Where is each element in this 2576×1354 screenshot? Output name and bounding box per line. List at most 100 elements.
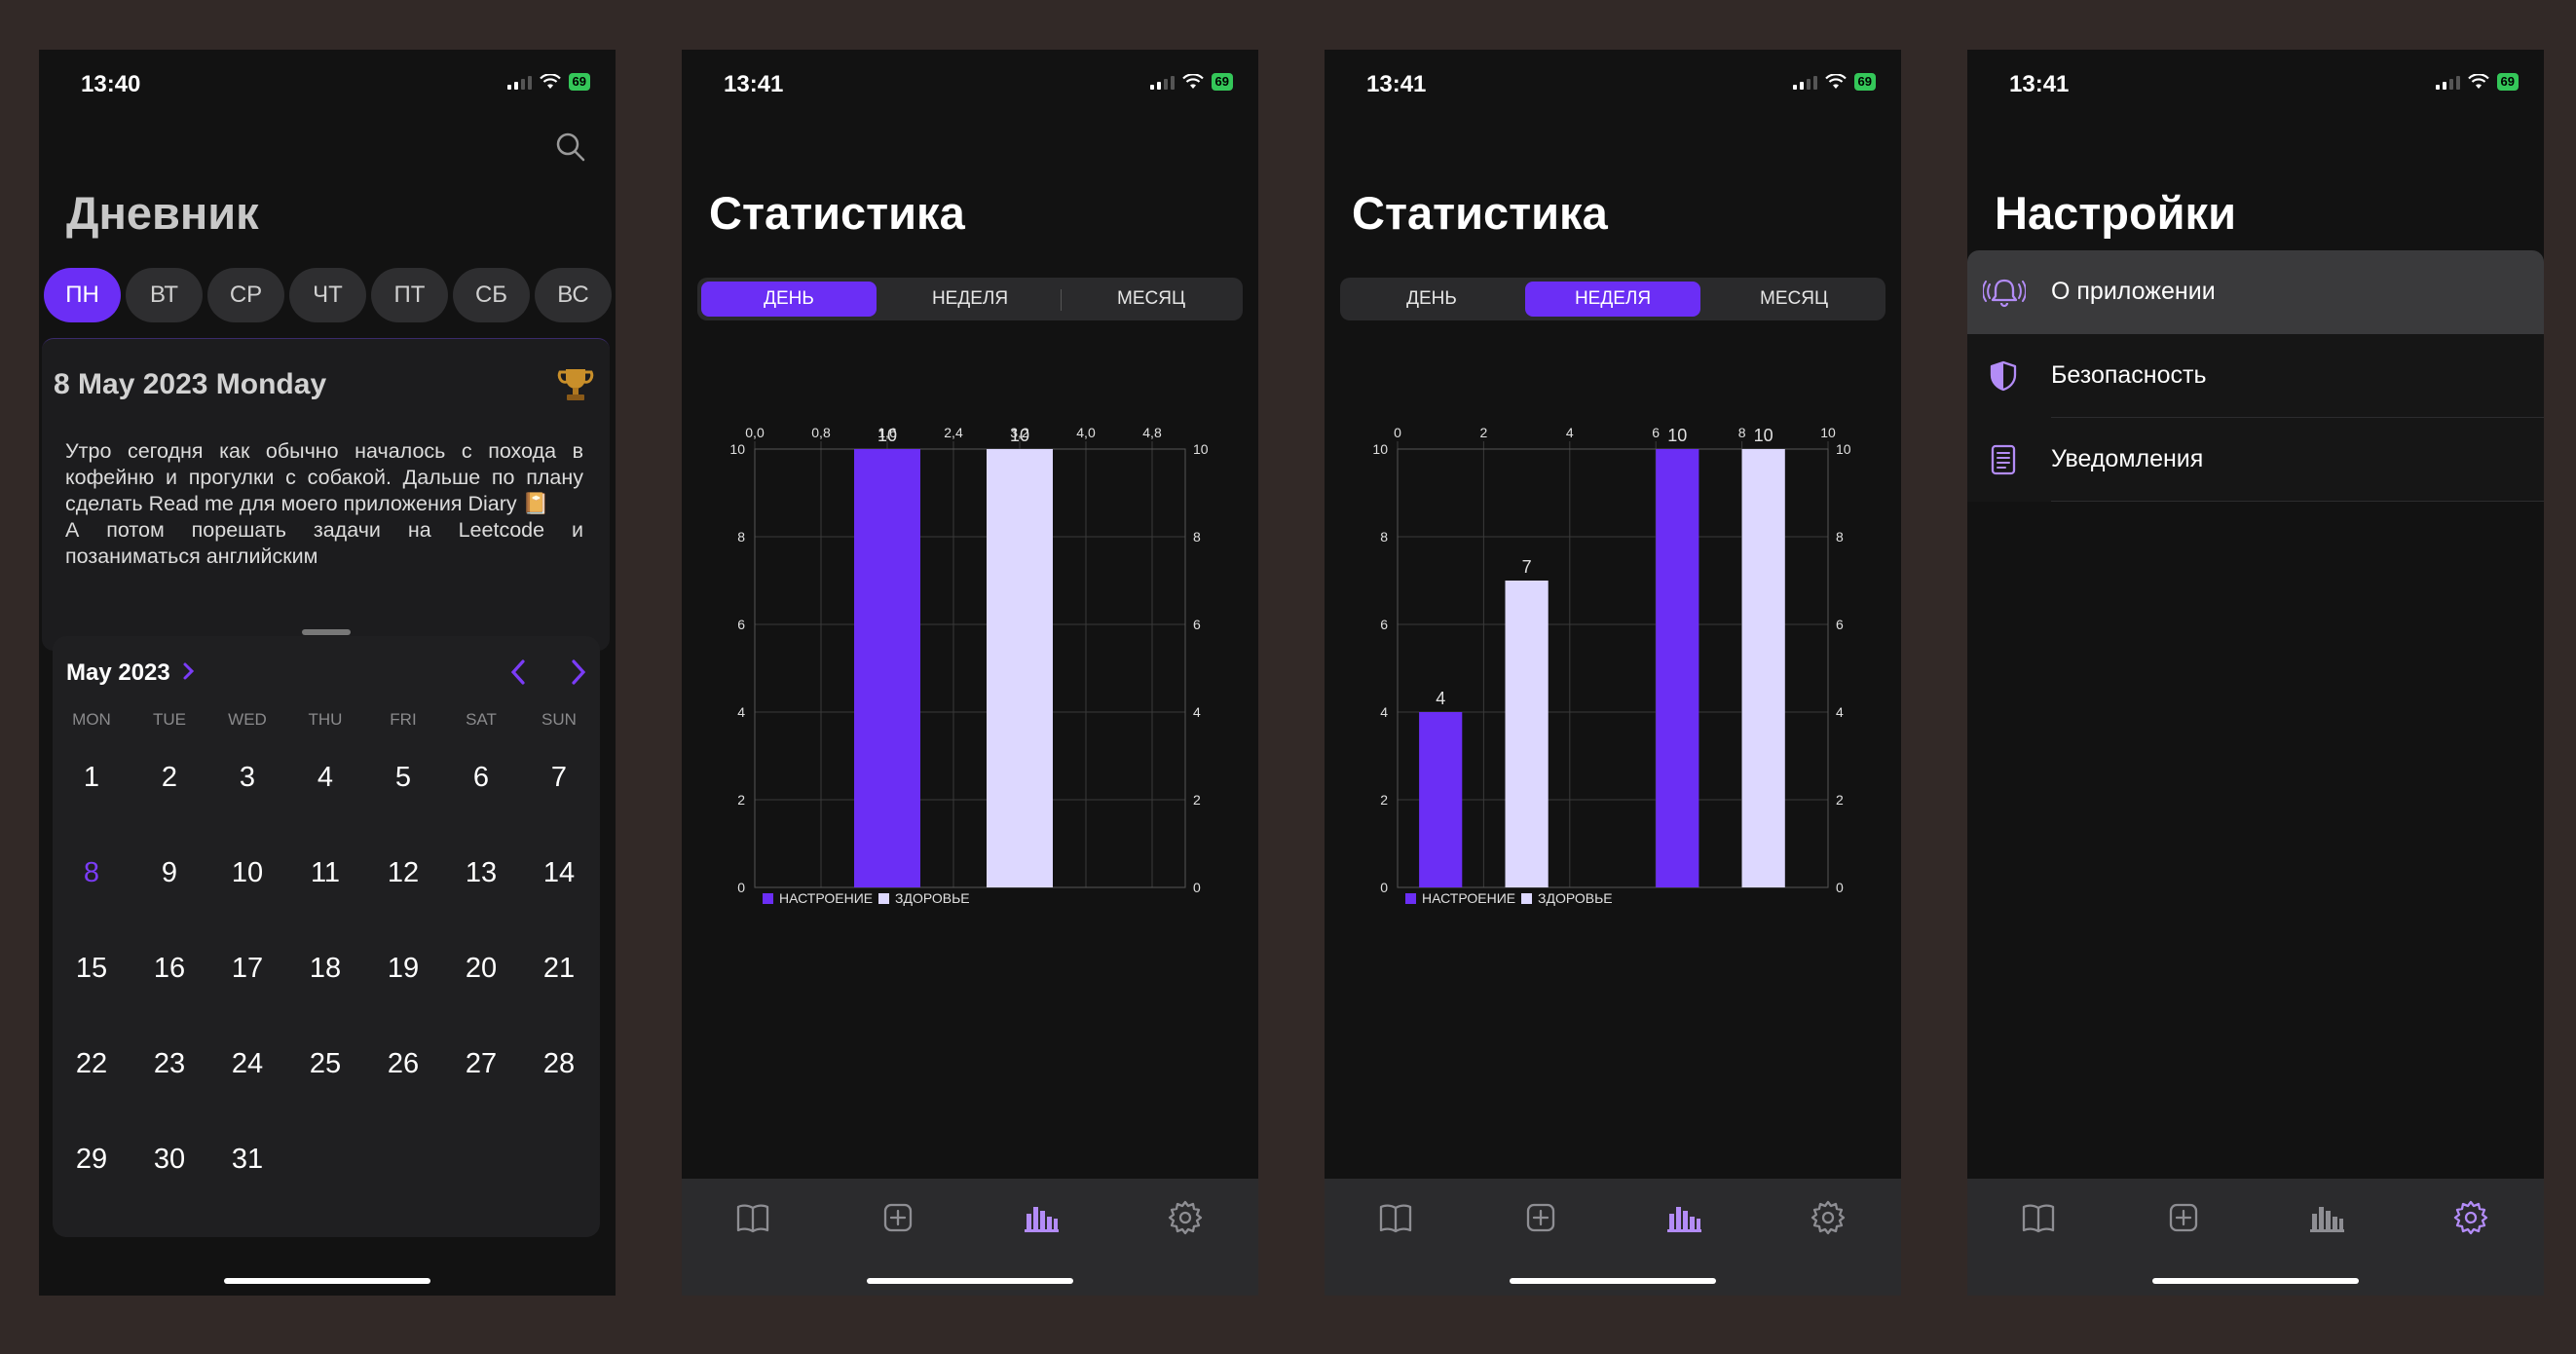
stats-day-screen: 13:41 69 Статистика ДЕНЬ НЕДЕЛЯ МЕСЯЦ 0,… (682, 50, 1258, 1296)
wifi-icon (1824, 74, 1847, 89)
calendar-day-25[interactable]: 25 (286, 1032, 364, 1127)
chevron-right-icon[interactable] (181, 659, 197, 683)
calendar-day-22[interactable]: 22 (53, 1032, 131, 1127)
settings-item-label: Уведомления (2051, 445, 2204, 472)
x-tick-label: 2 (1480, 425, 1488, 440)
search-icon[interactable] (553, 130, 588, 165)
status-time: 13:40 (81, 71, 141, 97)
settings-item-about[interactable]: О приложении (1967, 250, 2544, 334)
calendar-day-23[interactable]: 23 (131, 1032, 208, 1127)
plus-square-icon[interactable] (2164, 1198, 2203, 1237)
calendar-day-19[interactable]: 19 (364, 936, 442, 1032)
book-icon[interactable] (733, 1198, 772, 1237)
chart-bar-icon[interactable] (1022, 1198, 1061, 1237)
calendar-day-9[interactable]: 9 (131, 841, 208, 936)
y-tick-label-right: 0 (1193, 880, 1201, 895)
diary-entry-card[interactable]: 8 May 2023 Monday Утро сегодня как обычн… (42, 338, 610, 651)
calendar-day-17[interactable]: 17 (208, 936, 286, 1032)
stats-week-screen: 13:41 69 Статистика ДЕНЬ НЕДЕЛЯ МЕСЯЦ 0 2… (1325, 50, 1901, 1296)
calendar-day-1[interactable]: 1 (53, 745, 131, 841)
calendar-day-10[interactable]: 10 (208, 841, 286, 936)
calendar-day-3[interactable]: 3 (208, 745, 286, 841)
calendar-day-6[interactable]: 6 (442, 745, 520, 841)
legend-label: ЗДОРОВЬЕ (895, 890, 970, 906)
chart-bar-icon[interactable] (1664, 1198, 1703, 1237)
page-title: Настройки (1995, 187, 2236, 239)
day-pill-thu[interactable]: ЧТ (289, 268, 366, 322)
weekday-label: WED (228, 710, 267, 729)
calendar-day-8[interactable]: 8 (53, 841, 131, 936)
settings-item-security[interactable]: Безопасность (1967, 334, 2544, 418)
gear-icon[interactable] (1809, 1198, 1848, 1237)
home-indicator (224, 1278, 430, 1284)
calendar-day-16[interactable]: 16 (131, 936, 208, 1032)
calendar-day-15[interactable]: 15 (53, 936, 131, 1032)
x-tick-label: 2,4 (944, 425, 963, 440)
x-tick-label: 0,0 (745, 425, 765, 440)
segment-week[interactable]: НЕДЕЛЯ (882, 282, 1058, 317)
calendar-next-button[interactable] (569, 658, 588, 687)
calendar-day-31[interactable]: 31 (208, 1127, 286, 1222)
book-icon[interactable] (1376, 1198, 1415, 1237)
calendar-day-5[interactable]: 5 (364, 745, 442, 841)
day-pill-sat[interactable]: СБ (453, 268, 530, 322)
status-icons: 69 (2435, 73, 2519, 91)
calendar-day-12[interactable]: 12 (364, 841, 442, 936)
plus-square-icon[interactable] (1521, 1198, 1560, 1237)
calendar-day-4[interactable]: 4 (286, 745, 364, 841)
settings-item-notifications[interactable]: Уведомления (1967, 418, 2544, 502)
gear-icon[interactable] (2451, 1198, 2490, 1237)
calendar-day-21[interactable]: 21 (520, 936, 598, 1032)
y-tick-label-left: 4 (1380, 704, 1388, 720)
calendar-day-18[interactable]: 18 (286, 936, 364, 1032)
sheet-handle[interactable] (302, 629, 351, 635)
calendar-day-11[interactable]: 11 (286, 841, 364, 936)
bar-value-label: 10 (1754, 426, 1773, 445)
calendar-prev-button[interactable] (508, 658, 528, 687)
segment-month[interactable]: МЕСЯЦ (1064, 282, 1239, 317)
battery-indicator: 69 (1853, 73, 1876, 91)
chart-bar-icon[interactable] (2307, 1198, 2346, 1237)
y-tick-label-left: 10 (729, 441, 745, 457)
y-tick-label-right: 10 (1836, 441, 1851, 457)
calendar-day-24[interactable]: 24 (208, 1032, 286, 1127)
segment-week[interactable]: НЕДЕЛЯ (1525, 282, 1700, 317)
calendar-day-7[interactable]: 7 (520, 745, 598, 841)
segment-day[interactable]: ДЕНЬ (1344, 282, 1519, 317)
calendar-month-title[interactable]: May 2023 (66, 659, 170, 687)
day-pill-fri[interactable]: ПТ (371, 268, 448, 322)
day-pill-wed[interactable]: СР (207, 268, 284, 322)
trophy-icon[interactable] (555, 364, 596, 405)
status-bar: 13:41 69 (1325, 50, 1901, 118)
bar-value-label: 10 (1667, 426, 1687, 445)
signal-icon (506, 74, 532, 90)
x-tick-label: 4,8 (1142, 425, 1162, 440)
calendar-day-30[interactable]: 30 (131, 1127, 208, 1222)
status-time: 13:41 (1366, 71, 1427, 97)
chart-bar (1656, 449, 1699, 887)
day-pill-mon[interactable]: ПН (44, 268, 121, 322)
calendar-day-28[interactable]: 28 (520, 1032, 598, 1127)
calendar-day-20[interactable]: 20 (442, 936, 520, 1032)
plus-square-icon[interactable] (878, 1198, 917, 1237)
shield-icon (1990, 360, 2017, 392)
x-tick-label: 4,0 (1076, 425, 1096, 440)
y-tick-label-right: 6 (1836, 617, 1844, 632)
legend-swatch (1521, 893, 1532, 904)
day-pill-sun[interactable]: ВС (535, 268, 612, 322)
day-pill-tue[interactable]: ВТ (126, 268, 203, 322)
signal-icon (2435, 74, 2460, 90)
calendar-day-14[interactable]: 14 (520, 841, 598, 936)
calendar-day-13[interactable]: 13 (442, 841, 520, 936)
calendar-day-27[interactable]: 27 (442, 1032, 520, 1127)
calendar-day-2[interactable]: 2 (131, 745, 208, 841)
note-list-icon (1991, 444, 2016, 475)
calendar-day-26[interactable]: 26 (364, 1032, 442, 1127)
calendar-day-29[interactable]: 29 (53, 1127, 131, 1222)
segment-month[interactable]: МЕСЯЦ (1706, 282, 1882, 317)
legend-label: НАСТРОЕНИЕ (1422, 890, 1515, 906)
segment-day[interactable]: ДЕНЬ (701, 282, 877, 317)
gear-icon[interactable] (1166, 1198, 1205, 1237)
entry-text: Утро сегодня как обычно началось с поход… (65, 439, 583, 568)
book-icon[interactable] (2019, 1198, 2058, 1237)
